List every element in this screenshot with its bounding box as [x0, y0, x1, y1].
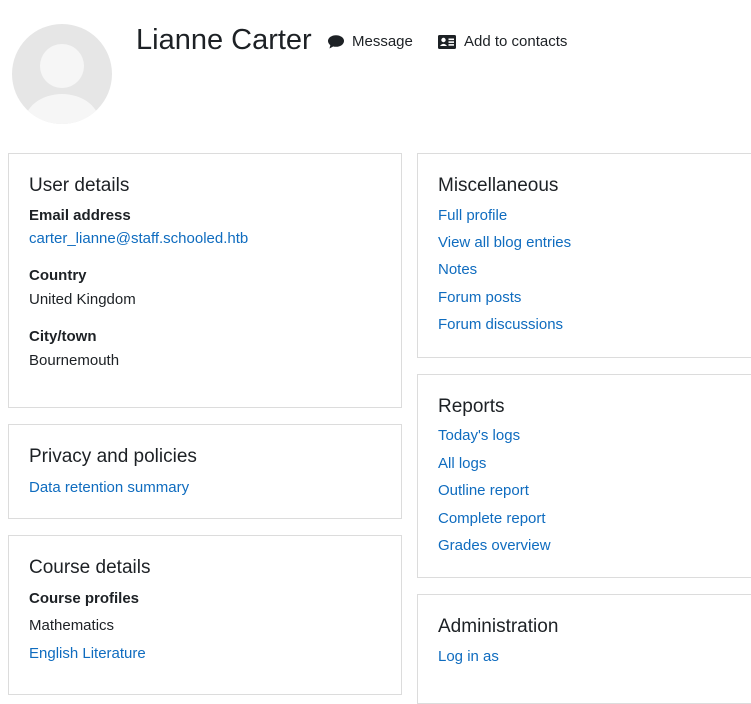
notes-link[interactable]: Notes: [438, 261, 477, 278]
full-profile-link[interactable]: Full profile: [438, 207, 507, 224]
privacy-title: Privacy and policies: [29, 446, 197, 467]
course-profiles-label: Course profiles: [29, 590, 140, 607]
forum-posts-link[interactable]: Forum posts: [438, 289, 521, 306]
message-label: Message: [352, 33, 413, 50]
complete-report-link[interactable]: Complete report: [438, 510, 546, 527]
data-retention-summary-link[interactable]: Data retention summary: [29, 479, 189, 496]
reports-title: Reports: [438, 396, 505, 417]
country-value: United Kingdom: [29, 291, 136, 308]
add-to-contacts-label: Add to contacts: [464, 33, 568, 50]
user-details-title: User details: [29, 175, 130, 196]
log-in-as-link[interactable]: Log in as: [438, 648, 499, 665]
course-mathematics: Mathematics: [29, 617, 115, 634]
city-label: City/town: [29, 328, 97, 345]
course-details-card: Course details Course profiles Mathemati…: [8, 535, 402, 695]
country-label: Country: [29, 267, 87, 284]
all-logs-link[interactable]: All logs: [438, 455, 486, 472]
address-card-icon: [438, 34, 456, 49]
email-link[interactable]: carter_lianne@staff.schooled.htb: [29, 230, 248, 247]
course-details-title: Course details: [29, 557, 151, 578]
message-button[interactable]: Message: [328, 33, 413, 50]
todays-logs-link[interactable]: Today's logs: [438, 427, 520, 444]
grades-overview-link[interactable]: Grades overview: [438, 537, 551, 554]
view-all-blog-entries-link[interactable]: View all blog entries: [438, 234, 571, 251]
course-english-literature-link[interactable]: English Literature: [29, 645, 146, 662]
city-value: Bournemouth: [29, 352, 120, 369]
reports-card: Reports Today's logs All logs Outline re…: [417, 374, 751, 578]
user-details-card: User details Email address carter_lianne…: [8, 153, 402, 408]
speech-bubble-icon: [328, 34, 344, 48]
outline-report-link[interactable]: Outline report: [438, 482, 529, 499]
privacy-card: Privacy and policies Data retention summ…: [8, 424, 402, 519]
miscellaneous-title: Miscellaneous: [438, 175, 559, 196]
administration-card: Administration Log in as: [417, 594, 751, 704]
forum-discussions-link[interactable]: Forum discussions: [438, 316, 563, 333]
user-fullname: Lianne Carter: [136, 24, 312, 56]
administration-title: Administration: [438, 616, 559, 637]
add-to-contacts-button[interactable]: Add to contacts: [438, 33, 567, 50]
miscellaneous-card: Miscellaneous Full profile View all blog…: [417, 153, 751, 358]
user-avatar: [12, 24, 112, 124]
email-label: Email address: [29, 207, 131, 224]
